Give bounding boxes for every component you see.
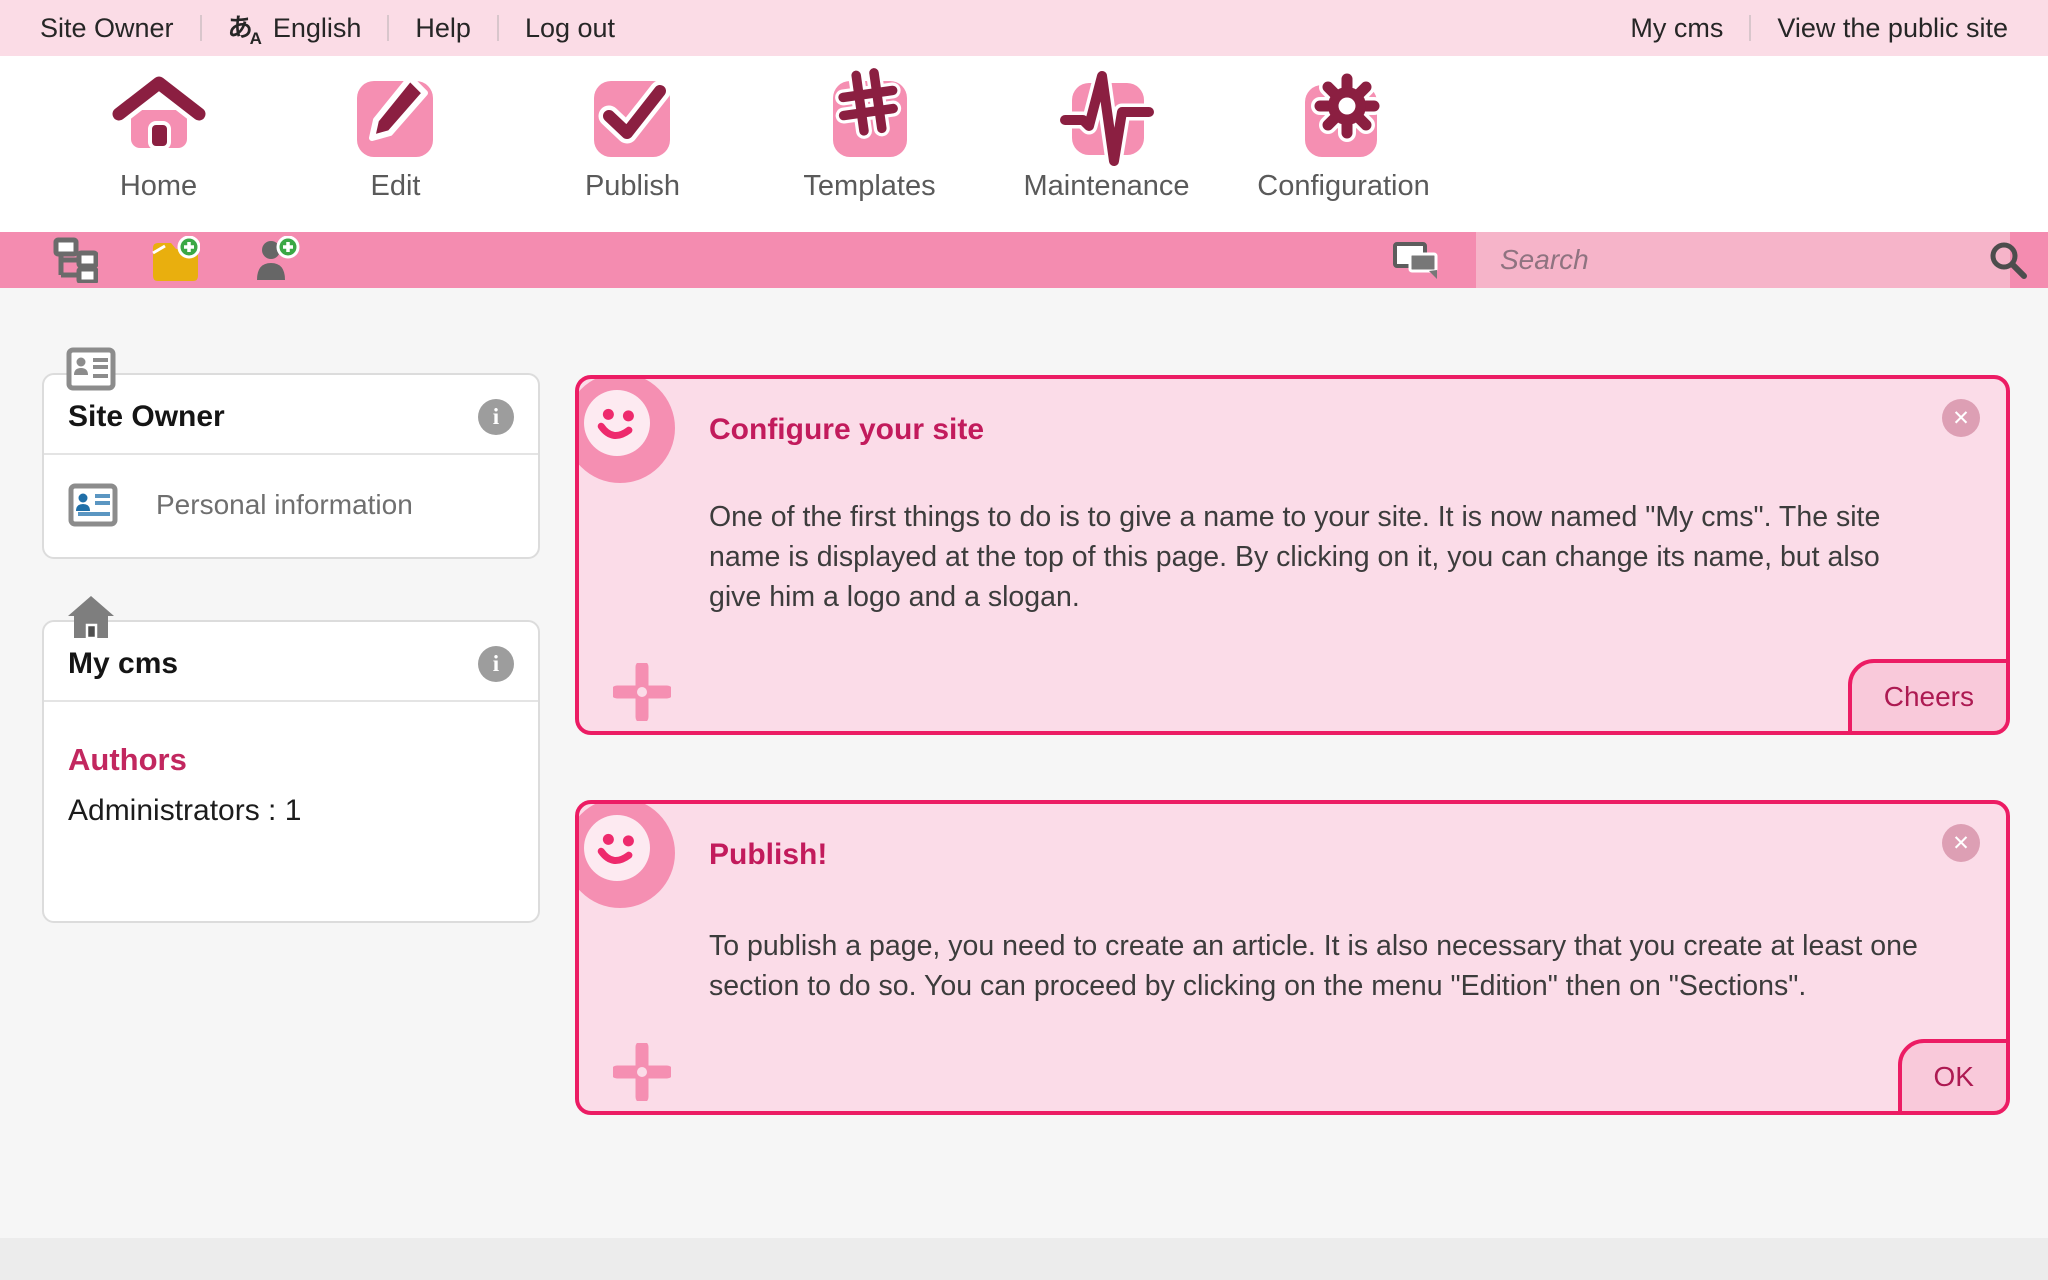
site-summary-card: My cms i Authors Administrators : 1: [42, 620, 540, 923]
expand-plus-icon[interactable]: [613, 1043, 671, 1101]
info-icon[interactable]: i: [478, 399, 514, 435]
smiley-badge: [575, 375, 675, 483]
notice-title: Publish!: [709, 838, 1936, 872]
separator: [497, 15, 499, 41]
authors-link[interactable]: Authors: [68, 742, 514, 778]
maintenance-pulse-icon: [1057, 68, 1157, 168]
topbar-left-group: Site Owner あA English Help Log out: [40, 13, 1630, 44]
nav-item-home[interactable]: Home: [40, 56, 277, 232]
nav-item-templates[interactable]: Templates: [751, 56, 988, 232]
smiley-badge: [575, 800, 675, 908]
topbar-link-help[interactable]: Help: [415, 13, 471, 44]
home-icon: [109, 68, 209, 168]
new-section-folder-icon[interactable]: [150, 236, 200, 284]
templates-hash-icon: [820, 68, 920, 168]
separator: [200, 15, 202, 41]
search-input[interactable]: Search: [1476, 232, 2010, 288]
personal-information-link[interactable]: Personal information: [44, 455, 538, 555]
notice-body: One of the first things to do is to give…: [709, 497, 1932, 617]
card-title: My cms: [68, 647, 478, 681]
search-placeholder: Search: [1500, 244, 1589, 276]
separator: [387, 15, 389, 41]
administrators-count: Administrators : 1: [68, 794, 514, 828]
personal-information-label: Personal information: [156, 489, 413, 521]
house-icon: [66, 594, 116, 642]
topbar-link-logout[interactable]: Log out: [525, 13, 615, 44]
smiley-face-icon: [584, 815, 650, 881]
notice-publish: Publish! To publish a page, you need to …: [575, 800, 2010, 1115]
card-body: Authors Administrators : 1: [44, 702, 538, 836]
nav-label: Edit: [371, 170, 421, 203]
nav-label: Templates: [803, 170, 935, 203]
secondary-toolbar: Search: [0, 232, 2048, 288]
close-icon[interactable]: ✕: [1942, 824, 1980, 862]
magnifier-icon[interactable]: [1986, 239, 2030, 283]
toolbar-icon-group: [52, 237, 300, 283]
site-tree-icon[interactable]: [52, 237, 98, 283]
site-owner-card: Site Owner i Personal information: [42, 373, 540, 559]
notice-body: To publish a page, you need to create an…: [709, 926, 1932, 1006]
topbar-site-name[interactable]: My cms: [1630, 13, 1723, 44]
nav-item-configuration[interactable]: Configuration: [1225, 56, 1462, 232]
nav-label: Home: [120, 170, 197, 203]
notice-title: Configure your site: [709, 413, 1936, 447]
language-label: English: [273, 13, 362, 44]
configuration-gear-icon: [1294, 68, 1394, 168]
nav-label: Configuration: [1257, 170, 1430, 203]
forum-chat-icon[interactable]: [1392, 241, 1442, 281]
cheers-button[interactable]: Cheers: [1848, 659, 2010, 735]
topbar-link-view-public-site[interactable]: View the public site: [1777, 13, 2008, 44]
nav-item-maintenance[interactable]: Maintenance: [988, 56, 1225, 232]
cms-admin-page: Site Owner あA English Help Log out My cm…: [0, 0, 2048, 1280]
topbar: Site Owner あA English Help Log out My cm…: [0, 0, 2048, 56]
info-icon[interactable]: i: [478, 646, 514, 682]
footer-strip: [0, 1238, 2048, 1280]
content-area: Site Owner i Personal information My c: [0, 288, 2048, 1238]
notice-configure-site: Configure your site One of the first thi…: [575, 375, 2010, 735]
topbar-link-site-owner[interactable]: Site Owner: [40, 13, 174, 44]
id-card-icon: [66, 347, 116, 391]
new-author-icon[interactable]: [252, 236, 300, 284]
id-card-icon: [68, 483, 118, 527]
edit-pencil-icon: [346, 68, 446, 168]
topbar-right-group: My cms View the public site: [1630, 13, 2008, 44]
main-navbar: Home Edit Publish: [0, 56, 2048, 232]
nav-item-publish[interactable]: Publish: [514, 56, 751, 232]
translate-icon: あA: [228, 16, 265, 41]
nav-label: Publish: [585, 170, 680, 203]
publish-check-icon: [583, 68, 683, 168]
language-switcher[interactable]: あA English: [228, 13, 362, 44]
card-header: Site Owner i: [44, 375, 538, 455]
ok-button[interactable]: OK: [1898, 1039, 2010, 1115]
expand-plus-icon[interactable]: [613, 663, 671, 721]
card-header: My cms i: [44, 622, 538, 702]
nav-label: Maintenance: [1023, 170, 1189, 203]
smiley-face-icon: [584, 390, 650, 456]
nav-item-edit[interactable]: Edit: [277, 56, 514, 232]
card-title: Site Owner: [68, 400, 478, 434]
close-icon[interactable]: ✕: [1942, 399, 1980, 437]
separator: [1749, 15, 1751, 41]
